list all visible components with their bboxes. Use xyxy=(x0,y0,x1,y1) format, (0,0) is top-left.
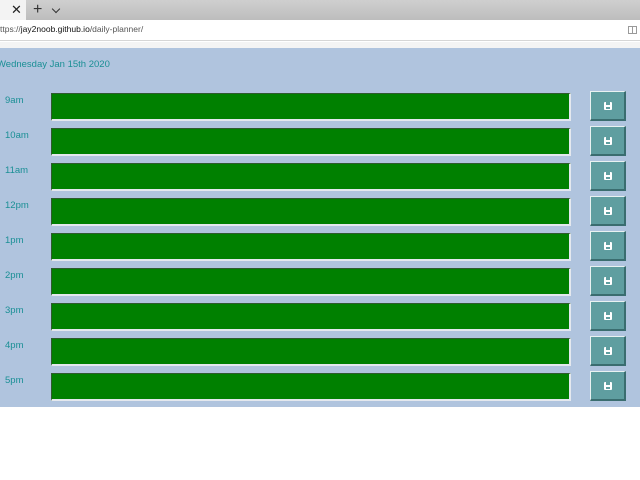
close-tab-icon[interactable]: ✕ xyxy=(11,2,22,18)
new-tab-icon[interactable]: + xyxy=(33,0,42,20)
task-input[interactable] xyxy=(51,198,571,226)
time-block-row: 1pm xyxy=(0,231,640,261)
address-bar[interactable]: ttps://jay2noob.github.io/daily-planner/ xyxy=(0,20,640,41)
hour-label: 9am xyxy=(5,95,24,106)
floppy-disk-icon xyxy=(604,277,612,285)
time-block-row: 10am xyxy=(0,126,640,156)
save-button[interactable] xyxy=(590,196,626,226)
task-input[interactable] xyxy=(51,268,571,296)
task-input[interactable] xyxy=(51,128,571,156)
time-block-row: 2pm xyxy=(0,266,640,296)
reading-view-icon[interactable] xyxy=(628,26,637,34)
time-block-row: 11am xyxy=(0,161,640,191)
floppy-disk-icon xyxy=(604,137,612,145)
task-input[interactable] xyxy=(51,338,571,366)
save-button[interactable] xyxy=(590,91,626,121)
save-button[interactable] xyxy=(590,161,626,191)
save-button[interactable] xyxy=(590,266,626,296)
task-input[interactable] xyxy=(51,303,571,331)
floppy-disk-icon xyxy=(604,102,612,110)
floppy-disk-icon xyxy=(604,172,612,180)
floppy-disk-icon xyxy=(604,242,612,250)
save-button[interactable] xyxy=(590,301,626,331)
task-input[interactable] xyxy=(51,373,571,401)
url-host: jay2noob.github.io xyxy=(20,24,90,34)
task-input[interactable] xyxy=(51,93,571,121)
hour-label: 12pm xyxy=(5,200,29,211)
floppy-disk-icon xyxy=(604,347,612,355)
hour-label: 4pm xyxy=(5,340,24,351)
time-block-row: 5pm xyxy=(0,371,640,401)
url-scheme: ttps:// xyxy=(0,24,21,34)
save-button[interactable] xyxy=(590,371,626,401)
browser-tab-bar: ✕ + xyxy=(0,0,640,20)
floppy-disk-icon xyxy=(604,207,612,215)
url-path: /daily-planner/ xyxy=(89,24,144,34)
time-block-row: 4pm xyxy=(0,336,640,366)
url-text[interactable]: ttps://jay2noob.github.io/daily-planner/ xyxy=(0,24,143,34)
task-input[interactable] xyxy=(51,163,571,191)
save-button[interactable] xyxy=(590,231,626,261)
task-input[interactable] xyxy=(51,233,571,261)
hour-label: 3pm xyxy=(5,305,24,316)
tab-list-chevron-icon[interactable] xyxy=(51,1,63,17)
floppy-disk-icon xyxy=(604,382,612,390)
hour-label: 10am xyxy=(5,130,29,141)
hour-label: 5pm xyxy=(5,375,24,386)
time-block-row: 9am xyxy=(0,91,640,121)
browser-tab[interactable]: ✕ xyxy=(0,0,26,20)
time-block-row: 3pm xyxy=(0,301,640,331)
save-button[interactable] xyxy=(590,126,626,156)
time-block-row: 12pm xyxy=(0,196,640,226)
hour-label: 11am xyxy=(5,165,29,176)
current-date: Wednesday Jan 15th 2020 xyxy=(0,59,110,70)
daily-planner: Wednesday Jan 15th 2020 9am 10am 11am 12… xyxy=(0,48,640,407)
hour-label: 2pm xyxy=(5,270,24,281)
hour-label: 1pm xyxy=(5,235,24,246)
save-button[interactable] xyxy=(590,336,626,366)
floppy-disk-icon xyxy=(604,312,612,320)
